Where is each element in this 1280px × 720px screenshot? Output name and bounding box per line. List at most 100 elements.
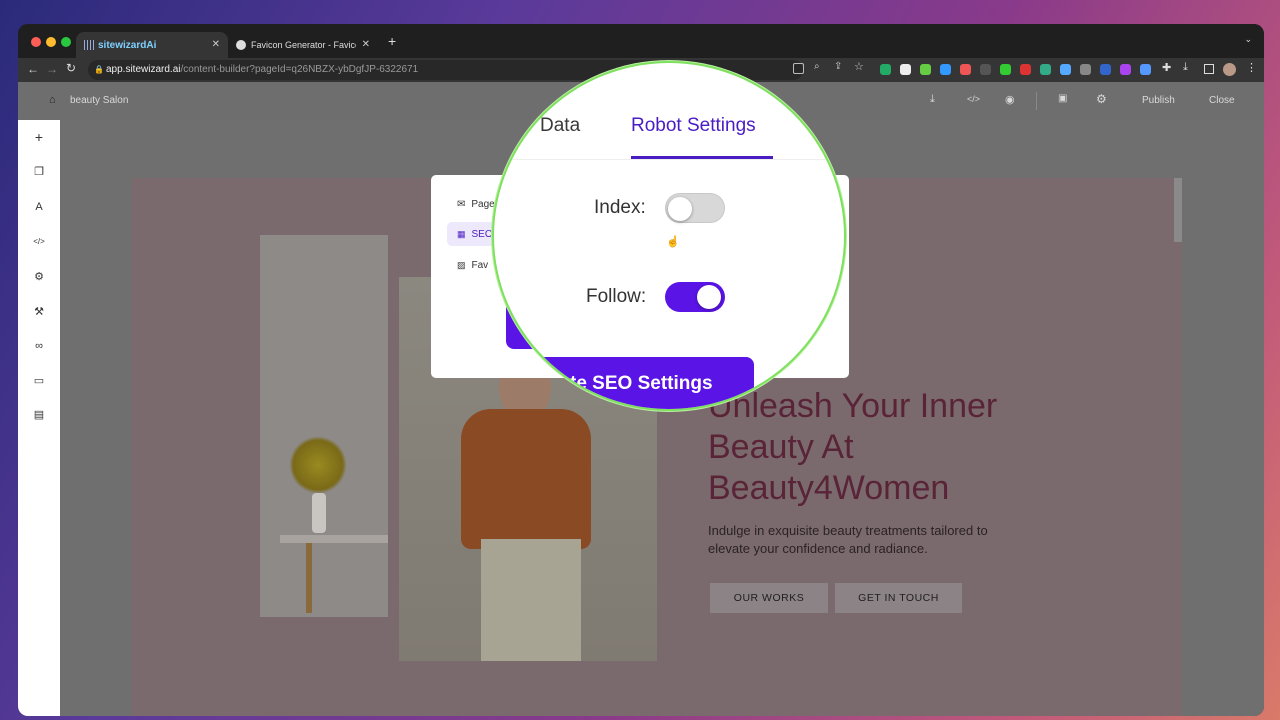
- interior-image: [260, 235, 388, 617]
- extension-icon[interactable]: [1080, 64, 1091, 75]
- extension-icon[interactable]: [1060, 64, 1071, 75]
- hero-paragraph: Indulge in exquisite beauty treatments t…: [708, 522, 1048, 558]
- extension-icon[interactable]: [900, 64, 911, 75]
- index-label: Index:: [594, 197, 646, 218]
- menu-icon[interactable]: ⋮: [1246, 61, 1257, 74]
- download-icon[interactable]: ⤓: [1183, 61, 1188, 74]
- save-icon[interactable]: ▣: [1058, 93, 1067, 104]
- home-icon[interactable]: ⌂: [49, 94, 56, 106]
- reload-icon[interactable]: ↻: [66, 61, 76, 75]
- link-icon[interactable]: ∞: [32, 339, 46, 353]
- code-icon[interactable]: </>: [967, 94, 980, 104]
- vase-shape: [312, 493, 326, 533]
- text-icon[interactable]: A: [32, 200, 46, 214]
- minimize-window-icon[interactable]: [46, 37, 56, 47]
- clipboard-icon[interactable]: ▤: [32, 408, 46, 422]
- side-panel-icon[interactable]: [1204, 64, 1214, 74]
- hero-heading: Unleash Your Inner Beauty At Beauty4Wome…: [708, 386, 1088, 509]
- extension-icon[interactable]: [880, 64, 891, 75]
- extension-icon[interactable]: [1100, 64, 1111, 75]
- sitewizard-logo-icon: [84, 40, 96, 50]
- tab-favicon-generator[interactable]: Favicon Generator - Favicon f ✕: [228, 32, 378, 58]
- url-path: /content-builder?pageId=q26NBZX-ybDgfJP-…: [180, 64, 419, 75]
- follow-label: Follow:: [586, 286, 647, 307]
- extension-icon[interactable]: [1020, 64, 1031, 75]
- index-toggle[interactable]: [665, 193, 725, 223]
- back-icon[interactable]: ←: [27, 62, 39, 76]
- maximize-window-icon[interactable]: [61, 37, 71, 47]
- lock-icon: 🔒: [94, 65, 104, 74]
- tab-label: sitewizardAi: [98, 39, 157, 51]
- follow-toggle[interactable]: [665, 282, 725, 312]
- globe-icon: [236, 40, 246, 50]
- forward-icon[interactable]: →: [46, 62, 58, 76]
- tab-label: Favicon Generator - Favicon f: [251, 40, 356, 50]
- builder-sidebar: + ❐ A </> ⚙ ⚒ ∞ ▭ ▤: [18, 120, 60, 716]
- download-icon[interactable]: ⤓: [930, 93, 935, 106]
- extension-icon[interactable]: [1120, 64, 1131, 75]
- url-host: app.sitewizard.ai: [106, 64, 181, 75]
- copy-icon[interactable]: ❐: [32, 165, 46, 179]
- install-icon[interactable]: [793, 63, 804, 74]
- flowers-shape: [290, 435, 346, 495]
- toggle-knob: [697, 285, 721, 309]
- extension-icon[interactable]: [1000, 64, 1011, 75]
- jacket-shape: [461, 409, 591, 549]
- new-tab-button[interactable]: +: [388, 33, 396, 49]
- modal-nav-label: SEO: [471, 228, 493, 240]
- canvas-scrollbar[interactable]: [1174, 178, 1182, 242]
- image-icon: ▨: [457, 259, 466, 270]
- close-button[interactable]: Close: [1209, 95, 1235, 106]
- extension-icon[interactable]: [1040, 64, 1051, 75]
- close-window-icon[interactable]: [31, 37, 41, 47]
- magnifier-lens: Data Robot Settings Index: ☝ Follow: te …: [492, 61, 846, 411]
- update-button-label: te SEO Settings: [570, 373, 713, 394]
- table-leg: [306, 543, 312, 613]
- magic-wand-icon[interactable]: ⚒: [32, 305, 46, 319]
- skirt-shape: [481, 539, 581, 661]
- toolbar-divider: [1036, 92, 1037, 110]
- share-icon[interactable]: ⇪: [834, 61, 842, 72]
- grid-icon: ▦: [457, 228, 466, 239]
- modal-nav-label: Page: [471, 198, 495, 210]
- extension-icon[interactable]: [1140, 64, 1151, 75]
- mail-icon: ✉: [457, 198, 466, 210]
- publish-button[interactable]: Publish: [1142, 95, 1175, 106]
- tab-bar: sitewizardAi ✕ Favicon Generator - Favic…: [18, 24, 1264, 58]
- avatar[interactable]: [1223, 63, 1236, 76]
- our-works-button[interactable]: OUR WORKS: [710, 583, 828, 613]
- tab-data[interactable]: Data: [540, 115, 580, 137]
- toggle-knob: [668, 197, 692, 221]
- update-seo-settings-button-magnified[interactable]: te SEO Settings: [508, 357, 754, 409]
- hero-heading-line: Beauty4Women: [708, 469, 950, 507]
- modal-nav-page[interactable]: ✉ Page: [447, 192, 495, 216]
- cursor-hand-icon: ☝: [666, 236, 680, 248]
- bookmark-star-icon[interactable]: ☆: [854, 60, 864, 73]
- chevron-down-icon[interactable]: ⌄: [1244, 34, 1252, 45]
- puzzle-icon[interactable]: ✚: [1162, 61, 1171, 74]
- tab-robot-settings[interactable]: Robot Settings: [631, 115, 756, 137]
- comment-icon[interactable]: ▭: [32, 374, 46, 388]
- hero-heading-line: Unleash Your Inner: [708, 387, 998, 425]
- eye-icon[interactable]: ◉: [1005, 93, 1015, 106]
- extension-icon[interactable]: [920, 64, 931, 75]
- get-in-touch-button[interactable]: GET IN TOUCH: [835, 583, 962, 613]
- zoom-icon[interactable]: ⌕: [814, 61, 820, 72]
- close-tab-icon[interactable]: ✕: [212, 39, 220, 50]
- hero-heading-line: Beauty At: [708, 428, 854, 466]
- modal-nav-favicon[interactable]: ▨ Fav: [447, 253, 488, 277]
- close-tab-icon[interactable]: ✕: [362, 39, 370, 50]
- plus-icon[interactable]: +: [32, 130, 46, 144]
- extension-icon[interactable]: [980, 64, 991, 75]
- hero-paragraph-line: Indulge in exquisite beauty treatments t…: [708, 523, 988, 538]
- modal-nav-label: Fav: [471, 259, 489, 271]
- code-icon[interactable]: </>: [32, 235, 46, 249]
- tab-sitewizard[interactable]: sitewizardAi ✕: [76, 32, 228, 58]
- settings-icon[interactable]: ⚙: [32, 270, 46, 284]
- extension-icon[interactable]: [940, 64, 951, 75]
- page-title: beauty Salon: [70, 95, 129, 106]
- hero-paragraph-line: elevate your confidence and radiance.: [708, 541, 928, 556]
- table-shape: [280, 535, 388, 543]
- extension-icon[interactable]: [960, 64, 971, 75]
- settings-icon[interactable]: ⚙: [1096, 92, 1107, 106]
